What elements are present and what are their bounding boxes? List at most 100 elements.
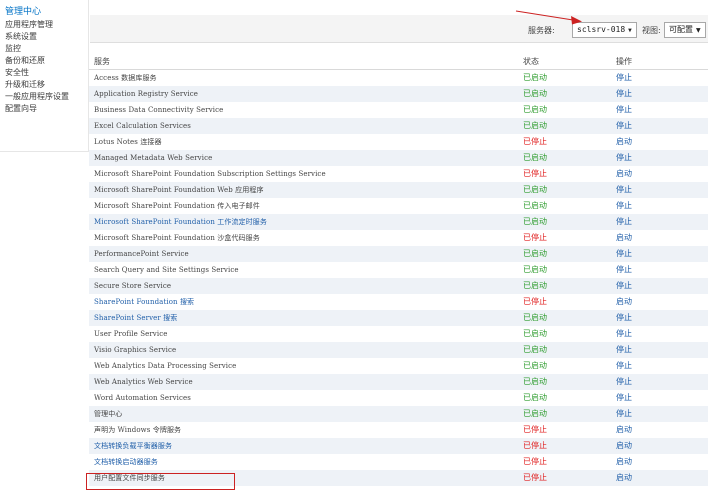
service-name: 声明为 Windows 令牌服务 — [94, 426, 182, 434]
service-name: Web Analytics Web Service — [94, 378, 193, 386]
stop-link[interactable]: 停止 — [616, 361, 632, 371]
server-value: sclsrv-018 — [577, 25, 626, 34]
start-link[interactable]: 启动 — [616, 137, 632, 147]
stop-link[interactable]: 停止 — [616, 249, 632, 259]
table-row: SharePoint Foundation 搜索 已停止 启动 — [89, 294, 708, 310]
status-text: 已启动 — [523, 377, 547, 386]
table-row: 声明为 Windows 令牌服务 已停止 启动 — [89, 422, 708, 438]
stop-link[interactable]: 停止 — [616, 89, 632, 99]
service-name: Access 数据库服务 — [94, 74, 157, 82]
table-row: 文档转换负载平衡器服务 已停止 启动 — [89, 438, 708, 454]
table-row: 管理中心 已启动 停止 — [89, 406, 708, 422]
dropdown-arrow-icon: ▼ — [628, 27, 632, 34]
table-row: Microsoft SharePoint Foundation Subscrip… — [89, 166, 708, 182]
stop-link[interactable]: 停止 — [616, 409, 632, 419]
status-text: 已停止 — [523, 169, 547, 178]
stop-link[interactable]: 停止 — [616, 393, 632, 403]
stop-link[interactable]: 停止 — [616, 217, 632, 227]
table-row: Microsoft SharePoint Foundation Web 应用程序… — [89, 182, 708, 198]
table-row: Search Query and Site Settings Service 已启… — [89, 262, 708, 278]
column-header-status[interactable]: 状态 — [523, 56, 539, 67]
nav-item[interactable]: 应用程序管理 — [5, 19, 88, 31]
nav-item[interactable]: 一般应用程序设置 — [5, 91, 88, 103]
nav-item[interactable]: 配置向导 — [5, 103, 88, 115]
service-name[interactable]: SharePoint Foundation 搜索 — [94, 297, 194, 307]
nav-item[interactable]: 安全性 — [5, 67, 88, 79]
table-row: Word Automation Services 已启动 停止 — [89, 390, 708, 406]
service-name: PerformancePoint Service — [94, 250, 189, 258]
service-name: Microsoft SharePoint Foundation Web 应用程序 — [94, 186, 264, 194]
nav-item[interactable]: 监控 — [5, 43, 88, 55]
stop-link[interactable]: 停止 — [616, 377, 632, 387]
stop-link[interactable]: 停止 — [616, 73, 632, 83]
status-text: 已停止 — [523, 457, 547, 466]
service-name: Business Data Connectivity Service — [94, 106, 224, 114]
stop-link[interactable]: 停止 — [616, 313, 632, 323]
service-name[interactable]: Microsoft SharePoint Foundation 工作流定时服务 — [94, 217, 267, 227]
view-label: 视图: — [642, 26, 661, 35]
dropdown-arrow-icon: ▼ — [696, 27, 701, 34]
start-link[interactable]: 启动 — [616, 233, 632, 243]
table-row: Excel Calculation Services 已启动 停止 — [89, 118, 708, 134]
status-text: 已启动 — [523, 393, 547, 402]
table-body: Access 数据库服务 已启动 停止 Application Registry Se… — [89, 70, 708, 486]
table-row: Managed Metadata Web Service 已启动 停止 — [89, 150, 708, 166]
service-name: User Profile Service — [94, 330, 168, 338]
status-text: 已启动 — [523, 185, 547, 194]
table-row: Microsoft SharePoint Foundation 传入电子邮件 已启… — [89, 198, 708, 214]
stop-link[interactable]: 停止 — [616, 185, 632, 195]
service-name: Web Analytics Data Processing Service — [94, 362, 237, 370]
status-text: 已启动 — [523, 73, 547, 82]
nav-item[interactable]: 系统设置 — [5, 31, 88, 43]
start-link[interactable]: 启动 — [616, 457, 632, 467]
start-link[interactable]: 启动 — [616, 297, 632, 307]
status-text: 已启动 — [523, 313, 547, 322]
nav-item[interactable]: 管理中心 — [5, 6, 88, 19]
service-name: Managed Metadata Web Service — [94, 154, 213, 162]
server-toolbar: 服务器: sclsrv-018 ▼ 视图: 可配置 ▼ — [90, 15, 708, 43]
start-link[interactable]: 启动 — [616, 473, 632, 483]
status-text: 已启动 — [523, 329, 547, 338]
start-link[interactable]: 启动 — [616, 169, 632, 179]
table-row: Lotus Notes 连接器 已停止 启动 — [89, 134, 708, 150]
stop-link[interactable]: 停止 — [616, 201, 632, 211]
status-text: 已启动 — [523, 201, 547, 210]
stop-link[interactable]: 停止 — [616, 329, 632, 339]
start-link[interactable]: 启动 — [616, 441, 632, 451]
server-selector[interactable]: sclsrv-018 ▼ — [572, 22, 637, 38]
start-link[interactable]: 启动 — [616, 425, 632, 435]
service-name: Microsoft SharePoint Foundation Subscrip… — [94, 170, 326, 178]
status-text: 已停止 — [523, 233, 547, 242]
stop-link[interactable]: 停止 — [616, 265, 632, 275]
nav-item[interactable]: 升级和迁移 — [5, 79, 88, 91]
status-text: 已停止 — [523, 441, 547, 450]
service-name[interactable]: SharePoint Server 搜索 — [94, 313, 177, 323]
table-row: 文档转换启动器服务 已停止 启动 — [89, 454, 708, 470]
service-name[interactable]: 文档转换启动器服务 — [94, 457, 158, 467]
column-header-service[interactable]: 服务 — [94, 56, 110, 67]
stop-link[interactable]: 停止 — [616, 105, 632, 115]
table-row: Secure Store Service 已启动 停止 — [89, 278, 708, 294]
service-name[interactable]: 文档转换负载平衡器服务 — [94, 441, 172, 451]
service-name: Search Query and Site Settings Service — [94, 266, 239, 274]
stop-link[interactable]: 停止 — [616, 121, 632, 131]
status-text: 已启动 — [523, 89, 547, 98]
status-text: 已停止 — [523, 137, 547, 146]
stop-link[interactable]: 停止 — [616, 345, 632, 355]
table-row: SharePoint Server 搜索 已启动 停止 — [89, 310, 708, 326]
stop-link[interactable]: 停止 — [616, 153, 632, 163]
service-name: Microsoft SharePoint Foundation 沙盒代码服务 — [94, 234, 260, 242]
service-name: 管理中心 — [94, 410, 123, 418]
column-header-action: 操作 — [616, 57, 632, 66]
service-name: Visio Graphics Service — [94, 346, 177, 354]
service-name: Excel Calculation Services — [94, 122, 191, 130]
table-row: Microsoft SharePoint Foundation 工作流定时服务 已… — [89, 214, 708, 230]
view-selector[interactable]: 可配置 ▼ — [664, 22, 706, 38]
table-row: PerformancePoint Service 已启动 停止 — [89, 246, 708, 262]
status-text: 已启动 — [523, 121, 547, 130]
view-value: 可配置 — [669, 25, 693, 34]
nav-item[interactable]: 备份和还原 — [5, 55, 88, 67]
stop-link[interactable]: 停止 — [616, 281, 632, 291]
status-text: 已启动 — [523, 249, 547, 258]
table-row: 用户配置文件同步服务 已停止 启动 — [89, 470, 708, 486]
